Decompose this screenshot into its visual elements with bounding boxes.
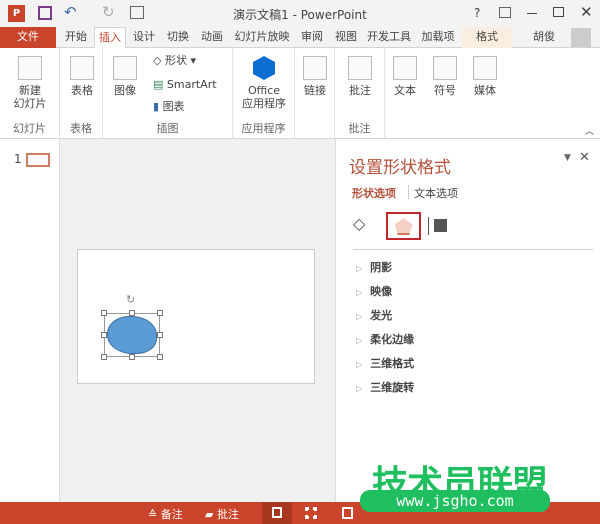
text-icon xyxy=(393,56,417,80)
tab-developer[interactable]: 开发工具 xyxy=(363,27,415,48)
image-icon xyxy=(113,56,137,80)
group-media: 媒体 xyxy=(465,48,505,139)
comments-button[interactable]: ▰ 批注 xyxy=(205,506,239,522)
chart-icon: ▮ xyxy=(153,100,163,113)
avatar[interactable] xyxy=(571,28,591,47)
new-slide-icon xyxy=(18,56,42,80)
slide-number: 1 xyxy=(14,152,22,166)
slide-thumbnail[interactable] xyxy=(26,153,50,167)
group-illustrations: 图像 ◇ 形状 ▾ ▤ SmartArt ▮ 图表 插图 xyxy=(103,48,233,139)
new-slide-button[interactable]: 新建 幻灯片 xyxy=(4,56,56,110)
tab-design[interactable]: 设计 xyxy=(128,27,160,48)
ribbon-tabs: 文件 开始 插入 设计 切换 动画 幻灯片放映 审阅 视图 开发工具 加载项 格… xyxy=(0,27,600,49)
tab-transitions[interactable]: 切换 xyxy=(162,27,194,48)
tab-addins[interactable]: 加载项 xyxy=(417,27,459,48)
table-icon xyxy=(70,56,94,80)
tab-slideshow[interactable]: 幻灯片放映 xyxy=(230,27,294,48)
link-button[interactable]: 链接 xyxy=(299,56,331,97)
slide-editor: ↻ xyxy=(60,139,335,502)
shape-button[interactable]: ◇ 形状 ▾ xyxy=(153,54,196,67)
slide-canvas[interactable]: ↻ xyxy=(77,249,315,384)
ribbon: 新建 幻灯片 幻灯片 表格 表格 图像 ◇ 形状 ▾ ▤ SmartArt ▮ … xyxy=(0,48,600,139)
normal-view-button[interactable] xyxy=(262,502,292,524)
effects-button[interactable] xyxy=(386,212,421,240)
pane-options-icon[interactable]: ▼ xyxy=(564,153,571,163)
media-button[interactable]: 媒体 xyxy=(469,56,501,97)
office-apps-icon xyxy=(253,56,275,80)
group-links: 链接 xyxy=(295,48,335,139)
maximize-icon[interactable] xyxy=(553,7,564,17)
section-soft-edges[interactable]: ▷ 柔化边缘 xyxy=(356,331,414,347)
expand-icon: ▷ xyxy=(356,264,363,273)
notes-button[interactable]: ≙ 备注 xyxy=(148,506,183,522)
tab-insert[interactable]: 插入 xyxy=(94,27,126,49)
size-properties-icon[interactable] xyxy=(428,217,448,235)
shape-icon: ◇ xyxy=(153,54,165,67)
image-button[interactable]: 图像 xyxy=(107,56,143,97)
expand-icon: ▷ xyxy=(356,288,363,297)
pentagon-effects-icon xyxy=(394,218,413,235)
speaker-icon xyxy=(473,56,497,80)
omega-icon xyxy=(433,56,457,80)
minimize-icon[interactable] xyxy=(527,13,537,14)
notes-icon: ≙ xyxy=(148,508,161,521)
chart-button[interactable]: ▮ 图表 xyxy=(153,100,185,113)
expand-icon: ▷ xyxy=(356,360,363,369)
fill-line-icon[interactable]: ◇ xyxy=(353,214,365,233)
group-apps: Office 应用程序 应用程序 xyxy=(233,48,295,139)
comment-icon: ▰ xyxy=(205,508,217,521)
ribbon-display-icon[interactable] xyxy=(499,7,511,18)
tab-review[interactable]: 审阅 xyxy=(296,27,328,48)
tab-text-options[interactable]: 文本选项 xyxy=(414,185,458,201)
pane-title: 设置形状格式 xyxy=(349,158,451,178)
section-shadow[interactable]: ▷ 阴影 xyxy=(356,259,392,275)
link-icon xyxy=(303,56,327,80)
reading-view-icon[interactable] xyxy=(342,507,353,519)
tab-shape-options[interactable]: 形状选项 xyxy=(352,185,396,201)
pane-close-icon[interactable]: ✕ xyxy=(579,150,590,165)
group-comments: 批注 批注 xyxy=(335,48,385,139)
tab-view[interactable]: 视图 xyxy=(330,27,362,48)
group-slides: 新建 幻灯片 幻灯片 xyxy=(0,48,60,139)
tab-home[interactable]: 开始 xyxy=(60,27,92,48)
section-reflection[interactable]: ▷ 映像 xyxy=(356,283,392,299)
group-text: 文本 xyxy=(385,48,425,139)
slide-thumbnails-pane: 1 xyxy=(0,139,60,502)
expand-icon: ▷ xyxy=(356,336,363,345)
close-icon[interactable]: ✕ xyxy=(580,3,593,21)
format-shape-pane: 设置形状格式 ▼ ✕ 形状选项 文本选项 ◇ ▷ 阴影 ▷ 映像 ▷ 发光 ▷ 柔化边缘… xyxy=(335,139,600,502)
help-icon[interactable]: ? xyxy=(474,6,480,20)
title-bar: P ↶ ↻ 演示文稿1 - PowerPoint ? ✕ xyxy=(0,0,600,27)
watermark-logo: 技术员联盟 www.jsgho.com xyxy=(360,455,580,520)
section-3d-format[interactable]: ▷ 三维格式 xyxy=(356,355,414,371)
comment-icon xyxy=(348,56,372,80)
user-name[interactable]: 胡俊 xyxy=(524,27,564,48)
expand-icon: ▷ xyxy=(356,312,363,321)
symbol-button[interactable]: 符号 xyxy=(429,56,461,97)
section-3d-rotation[interactable]: ▷ 三维旋转 xyxy=(356,379,414,395)
tab-format[interactable]: 格式 xyxy=(462,27,512,48)
office-apps-button[interactable]: Office 应用程序 xyxy=(235,56,293,110)
slide-sorter-icon[interactable] xyxy=(305,507,317,519)
expand-icon: ▷ xyxy=(356,384,363,393)
smartart-button[interactable]: ▤ SmartArt xyxy=(153,78,217,91)
collapse-ribbon-icon[interactable]: ︿ xyxy=(585,124,594,137)
text-button[interactable]: 文本 xyxy=(389,56,421,97)
comment-button[interactable]: 批注 xyxy=(341,56,379,97)
tab-animations[interactable]: 动画 xyxy=(196,27,228,48)
table-button[interactable]: 表格 xyxy=(64,56,100,97)
group-tables: 表格 表格 xyxy=(60,48,103,139)
section-glow[interactable]: ▷ 发光 xyxy=(356,307,392,323)
group-symbols: 符号 xyxy=(425,48,465,139)
smartart-icon: ▤ xyxy=(153,78,167,91)
selected-cloud-shape[interactable]: ↻ xyxy=(101,293,163,360)
tab-file[interactable]: 文件 xyxy=(0,27,56,48)
rotate-handle-icon[interactable]: ↻ xyxy=(126,293,135,306)
